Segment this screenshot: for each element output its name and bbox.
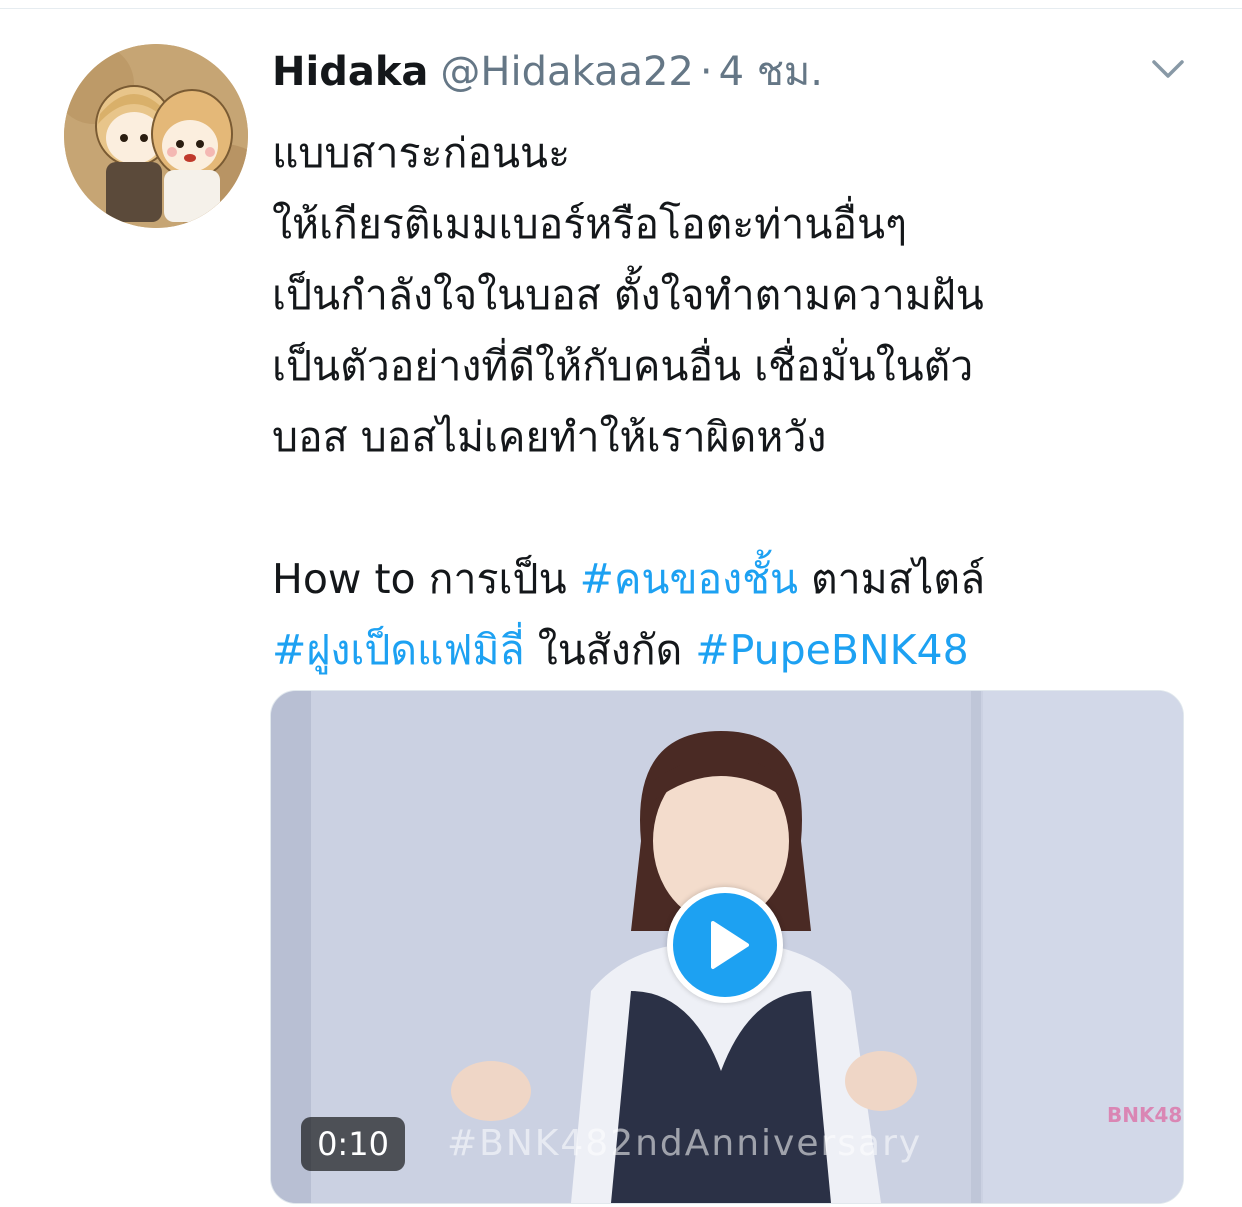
- video-duration: 0:10: [301, 1117, 405, 1171]
- text-segment: ตามสไตล์: [797, 555, 986, 603]
- tweet-header: Hidaka @Hidakaa22 · 4 ชม.: [272, 44, 823, 104]
- text-segment: How to การเป็น: [272, 555, 580, 603]
- tweet-line: บอส บอสไม่เคยทำให้เราผิดหวัง: [272, 413, 827, 461]
- play-button[interactable]: [667, 887, 783, 1003]
- video-watermark: #BNK482ndAnniversary: [447, 1123, 923, 1164]
- play-icon: [711, 921, 749, 969]
- video-corner-logo: BNK48: [1107, 1103, 1183, 1127]
- text-segment: ในสังกัด: [524, 626, 696, 674]
- separator-dot: ·: [699, 49, 713, 95]
- tweet-line: How to การเป็น #คนของชั้น ตามสไตล์: [272, 544, 1212, 615]
- avatar[interactable]: [64, 44, 248, 228]
- hashtag-link[interactable]: #คนของชั้น: [580, 555, 798, 603]
- timestamp[interactable]: 4 ชม.: [719, 49, 823, 95]
- tweet-line: ให้เกียรติเมมเบอร์หรือโอตะท่านอื่นๆ: [272, 200, 908, 248]
- display-name[interactable]: Hidaka: [272, 49, 428, 95]
- hashtag-link[interactable]: #PupeBNK48: [695, 626, 968, 674]
- top-divider: [0, 0, 1242, 9]
- tweet-line: เป็นกำลังใจในบอส ตั้งใจทำตามความฝัน: [272, 271, 984, 319]
- video-player[interactable]: #BNK482ndAnniversary BNK48 0:10: [270, 690, 1184, 1204]
- hashtag-link[interactable]: #ฝูงเป็ดแฟมิลี่: [272, 626, 525, 674]
- chevron-down-icon[interactable]: [1146, 50, 1190, 90]
- tweet-line: แบบสาระก่อนนะ: [272, 129, 571, 177]
- user-handle[interactable]: @Hidakaa22: [440, 49, 693, 95]
- avatar-illustration: [64, 44, 248, 228]
- tweet-line: #ฝูงเป็ดแฟมิลี่ ในสังกัด #PupeBNK48: [272, 615, 1212, 686]
- tweet-line: เป็นตัวอย่างที่ดีให้กับคนอื่น เชื่อมั่นใ…: [272, 342, 974, 390]
- tweet-text: แบบสาระก่อนนะ ให้เกียรติเมมเบอร์หรือโอตะ…: [272, 118, 1212, 686]
